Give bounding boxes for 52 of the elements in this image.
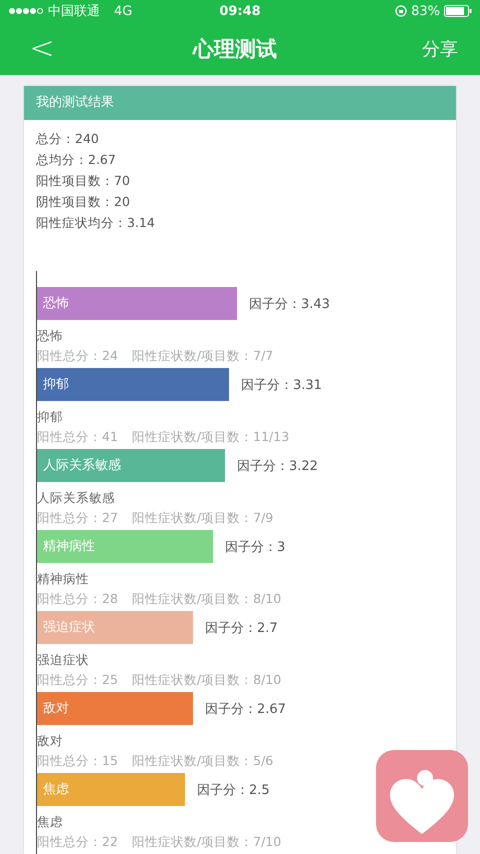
factor-bar: 焦虑 — [37, 773, 185, 806]
symptom-ratio: 阳性症状数/项目数：7/7 — [132, 347, 274, 365]
card-header: 我的测试结果 — [24, 86, 456, 120]
factor-score: 因子分：2.5 — [197, 782, 270, 798]
clock-time: 09:48 — [219, 4, 261, 18]
network-type: 4G — [114, 4, 132, 18]
symptom-ratio: 阳性症状数/项目数：5/6 — [132, 752, 274, 770]
positive-total: 阳性总分：22 — [37, 833, 118, 851]
battery-percent: 83% — [411, 4, 440, 18]
battery-icon — [444, 5, 472, 17]
factor-name: 恐怖 — [37, 327, 64, 345]
factor-name: 人际关系敏感 — [37, 489, 116, 507]
page-title: 心理测试 — [191, 36, 278, 62]
factor-bar: 精神病性 — [37, 530, 213, 563]
factor-bar: 强迫症状 — [37, 611, 193, 644]
positive-total: 阳性总分：28 — [37, 590, 118, 608]
signal-icon — [8, 7, 44, 15]
factor-name: 焦虑 — [37, 813, 64, 831]
factor-score: 因子分：3.22 — [237, 458, 318, 474]
factor-name: 精神病性 — [37, 570, 90, 588]
factor-name: 抑郁 — [37, 408, 64, 426]
symptom-ratio: 阳性症状数/项目数：11/13 — [132, 428, 290, 446]
factor-score: 因子分：2.7 — [205, 620, 278, 636]
rotation-lock-icon — [395, 5, 408, 17]
positive-total: 阳性总分：41 — [37, 428, 118, 446]
factor-bar: 敌对 — [37, 692, 193, 725]
positive-total: 阳性总分：15 — [37, 752, 118, 770]
back-button[interactable]: < — [30, 32, 54, 64]
stat-text: 阳性症状均分：3.14 — [36, 214, 156, 232]
stat-text: 总均分：2.67 — [36, 151, 117, 169]
positive-total: 阳性总分：24 — [37, 347, 118, 365]
factor-name: 强迫症状 — [37, 651, 90, 669]
factor-bar: 人际关系敏感 — [37, 449, 225, 482]
symptom-ratio: 阳性症状数/项目数：8/10 — [132, 671, 282, 689]
factor-name: 敌对 — [37, 732, 64, 750]
stat-text: 阴性项目数：20 — [36, 193, 131, 211]
factor-bar: 恐怖 — [37, 287, 237, 320]
heart-app-icon[interactable] — [374, 748, 470, 844]
factor-score: 因子分：3.31 — [241, 376, 322, 394]
share-button[interactable]: 分享 — [416, 36, 464, 60]
factor-bar: 抑郁 — [37, 368, 229, 401]
carrier-name: 中国联通 — [48, 3, 100, 20]
factor-score: 因子分：3.43 — [249, 296, 330, 312]
symptom-ratio: 阳性症状数/项目数：7/10 — [132, 833, 282, 851]
positive-total: 阳性总分：25 — [37, 671, 118, 689]
positive-total: 阳性总分：27 — [37, 509, 118, 527]
stat-text: 总分：240 — [36, 130, 100, 148]
stat-text: 阳性项目数：70 — [36, 172, 131, 190]
factor-score: 因子分：3 — [225, 538, 286, 556]
factor-score: 因子分：2.67 — [205, 700, 286, 718]
symptom-ratio: 阳性症状数/项目数：7/9 — [132, 509, 274, 527]
symptom-ratio: 阳性症状数/项目数：8/10 — [132, 590, 282, 608]
